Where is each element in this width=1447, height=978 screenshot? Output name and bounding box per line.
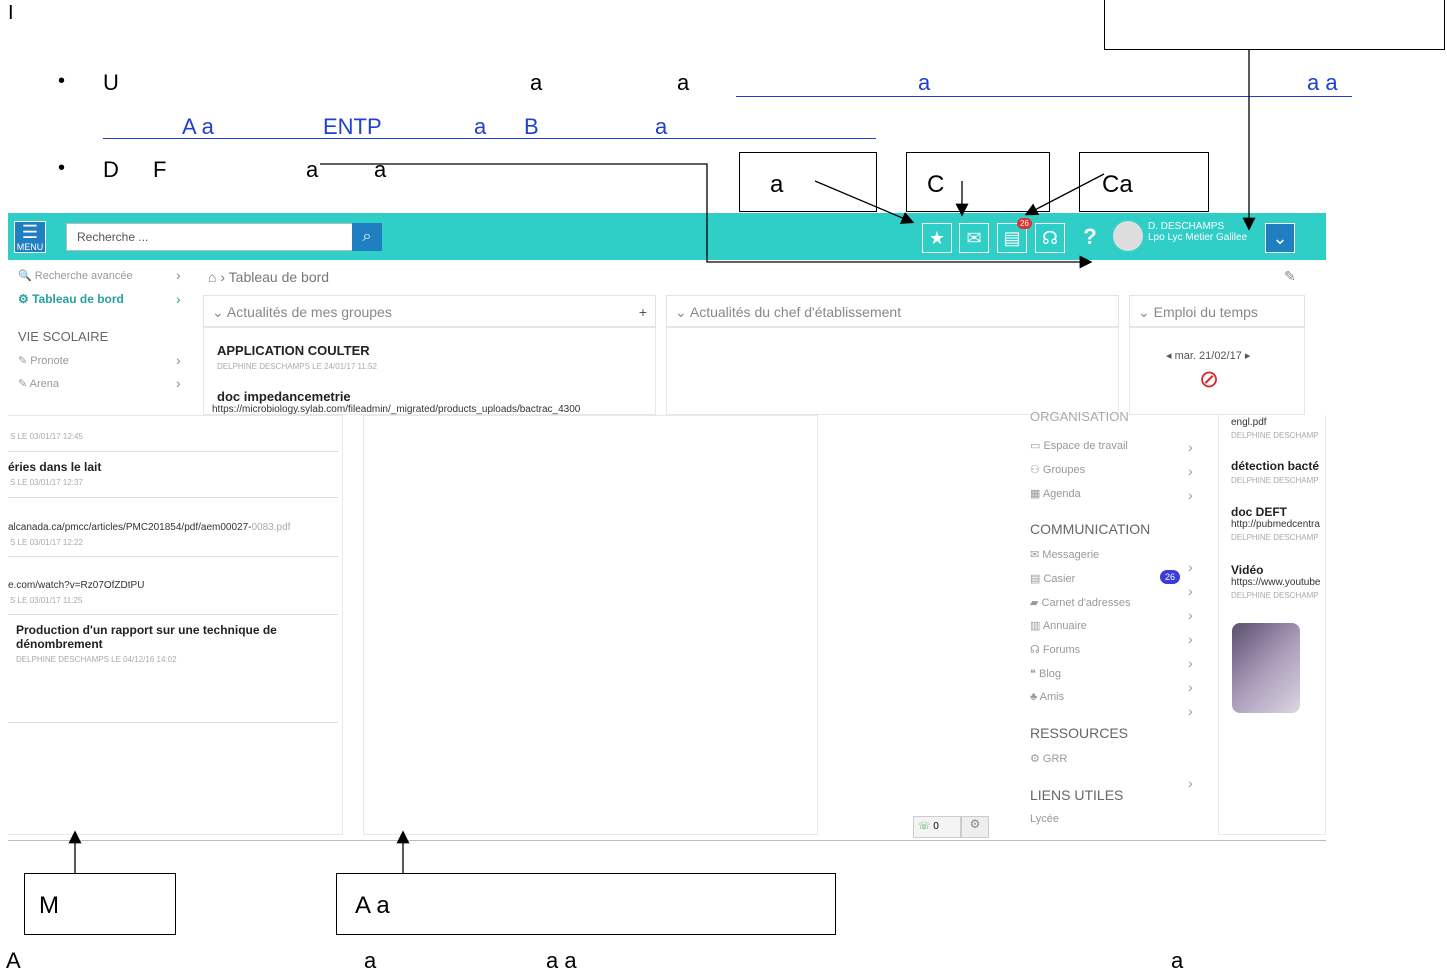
arrow-casier — [1024, 173, 1105, 216]
callout-box-bottom-left: M — [24, 873, 176, 935]
footer-text-c: a a — [546, 948, 577, 973]
footer-text-b: a — [364, 948, 377, 973]
callout-label: M — [39, 892, 59, 919]
callout-label: A a — [355, 892, 390, 919]
footer-text-d: a — [1171, 948, 1184, 973]
callout-box-bottom-mid: A a — [336, 873, 836, 935]
footer-text-a: A — [6, 948, 21, 973]
arrow-fav — [814, 180, 915, 224]
annotation-arrows — [68, 50, 1256, 893]
arrow-help — [320, 163, 1093, 269]
